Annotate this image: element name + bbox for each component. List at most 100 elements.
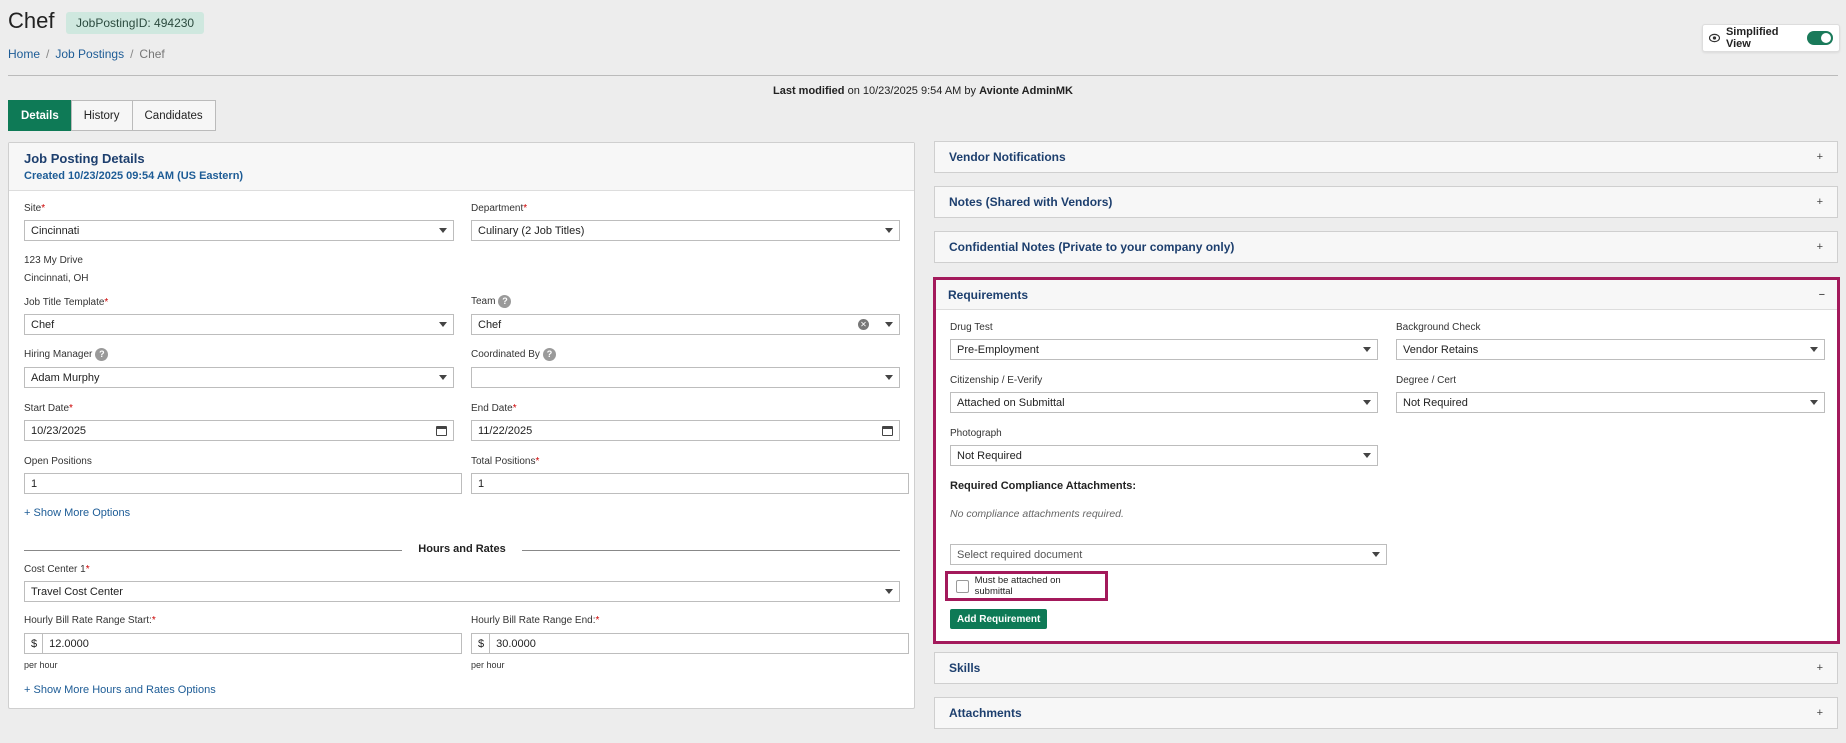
- required-mark: *: [535, 456, 540, 467]
- required-mark: *: [151, 615, 156, 626]
- end-date-label: End Date*: [471, 403, 517, 414]
- compliance-attachments-heading: Required Compliance Attachments:: [950, 480, 1137, 492]
- bill-rate-end-label: Hourly Bill Rate Range End:*: [471, 615, 599, 626]
- breadcrumb-job-postings[interactable]: Job Postings: [55, 47, 124, 61]
- cost-center-select[interactable]: Travel Cost Center: [24, 581, 900, 602]
- help-icon[interactable]: ?: [542, 348, 556, 361]
- chevron-down-icon: [1363, 400, 1371, 405]
- photograph-select[interactable]: Not Required: [950, 445, 1378, 466]
- team-label: Team?: [471, 295, 512, 308]
- hiring-manager-label-text: Hiring Manager: [24, 349, 93, 361]
- show-more-options-text: Show More Options: [33, 507, 131, 519]
- bill-rate-start-value: 12.0000: [49, 637, 89, 650]
- help-icon[interactable]: ?: [498, 295, 512, 308]
- skills-accordion[interactable]: Skills +: [934, 652, 1838, 684]
- job-posting-details-panel: Job Posting Details Created 10/23/2025 0…: [8, 142, 915, 709]
- calendar-icon[interactable]: [882, 425, 893, 436]
- details-panel-title: Job Posting Details: [24, 151, 145, 166]
- bill-rate-start-input[interactable]: $12.0000: [24, 633, 462, 654]
- add-requirement-button[interactable]: Add Requirement: [950, 609, 1048, 629]
- required-mark: *: [595, 615, 600, 626]
- confidential-notes-accordion[interactable]: Confidential Notes (Private to your comp…: [934, 231, 1838, 263]
- must-attach-checkbox-row[interactable]: Must be attached on submittal: [945, 571, 1108, 601]
- clear-icon[interactable]: ✕: [858, 319, 869, 330]
- chevron-down-icon: [1363, 347, 1371, 352]
- chevron-down-icon: [885, 322, 893, 327]
- requirements-header[interactable]: Requirements −: [936, 280, 1837, 310]
- chevron-down-icon: [439, 375, 447, 380]
- show-more-options-link[interactable]: + Show More Options: [24, 507, 130, 519]
- plus-icon: +: [24, 684, 31, 696]
- required-mark: *: [512, 403, 517, 414]
- total-positions-input[interactable]: 1: [471, 473, 909, 494]
- open-positions-input[interactable]: 1: [24, 473, 462, 494]
- tab-details[interactable]: Details: [8, 100, 72, 131]
- breadcrumb-home[interactable]: Home: [8, 47, 40, 61]
- hours-rates-divider: Hours and Rates: [24, 543, 900, 557]
- department-label-text: Department: [471, 203, 524, 214]
- posting-id-badge: JobPostingID: 494230: [66, 12, 205, 34]
- calendar-icon[interactable]: [436, 425, 447, 436]
- attachments-accordion[interactable]: Attachments +: [934, 697, 1838, 729]
- site-select[interactable]: Cincinnati: [24, 220, 454, 241]
- department-select[interactable]: Culinary (2 Job Titles): [471, 220, 900, 241]
- department-label: Department*: [471, 203, 527, 214]
- chevron-down-icon: [1810, 400, 1818, 405]
- bill-rate-end-input[interactable]: $30.0000: [471, 633, 909, 654]
- expand-icon: +: [1816, 662, 1823, 674]
- total-positions-value: 1: [478, 477, 485, 490]
- start-date-input[interactable]: 10/23/2025: [24, 420, 454, 441]
- end-date-value: 11/22/2025: [478, 424, 533, 437]
- notes-shared-accordion[interactable]: Notes (Shared with Vendors) +: [934, 186, 1838, 218]
- required-mark: *: [85, 564, 90, 575]
- tab-candidates[interactable]: Candidates: [131, 100, 216, 131]
- must-attach-checkbox[interactable]: [956, 579, 969, 593]
- chevron-down-icon: [885, 589, 893, 594]
- breadcrumb: Home / Job Postings / Chef: [8, 47, 165, 61]
- eye-icon: [1709, 33, 1720, 43]
- requirements-title: Requirements: [948, 287, 1029, 302]
- drug-test-value: Pre-Employment: [957, 343, 1039, 356]
- expand-icon: +: [1816, 707, 1823, 719]
- accordion-title: Notes (Shared with Vendors): [949, 195, 1113, 209]
- required-document-placeholder: Select required document: [957, 548, 1083, 561]
- simplified-view-label: Simplified View: [1725, 26, 1779, 50]
- chevron-down-icon: [439, 228, 447, 233]
- hiring-manager-select[interactable]: Adam Murphy: [24, 367, 454, 388]
- site-value: Cincinnati: [31, 224, 80, 237]
- help-icon[interactable]: ?: [95, 348, 109, 361]
- degree-select[interactable]: Not Required: [1396, 392, 1825, 413]
- required-mark: *: [41, 203, 46, 214]
- bill-rate-end-value: 30.0000: [496, 637, 536, 650]
- coordinated-by-select[interactable]: [471, 367, 900, 388]
- show-more-rates-link[interactable]: + Show More Hours and Rates Options: [24, 684, 216, 696]
- simplified-view-control: Simplified View: [1702, 24, 1840, 52]
- team-label-text: Team: [471, 296, 496, 308]
- accordion-title: Attachments: [949, 706, 1022, 720]
- job-title-template-select[interactable]: Chef: [24, 314, 454, 335]
- required-mark: *: [104, 297, 109, 308]
- end-date-input[interactable]: 11/22/2025: [471, 420, 900, 441]
- must-attach-label: Must be attached on submittal: [974, 575, 1061, 597]
- background-check-label: Background Check: [1396, 322, 1481, 333]
- required-document-select[interactable]: Select required document: [950, 544, 1387, 565]
- citizenship-select[interactable]: Attached on Submittal: [950, 392, 1378, 413]
- tab-history[interactable]: History: [70, 100, 133, 131]
- drug-test-select[interactable]: Pre-Employment: [950, 339, 1378, 360]
- site-address-line1: 123 My Drive: [24, 255, 83, 266]
- team-select[interactable]: Chef ✕: [471, 314, 900, 335]
- cost-center-label: Cost Center 1*: [24, 564, 90, 575]
- simplified-view-toggle[interactable]: [1807, 31, 1833, 45]
- coordinated-by-label: Coordinated By?: [471, 348, 556, 361]
- open-positions-label: Open Positions: [24, 456, 92, 467]
- breadcrumb-current: Chef: [139, 47, 165, 61]
- expand-icon: +: [1816, 241, 1823, 253]
- background-check-select[interactable]: Vendor Retains: [1396, 339, 1825, 360]
- last-modified-text: on 10/23/2025 9:54 AM by: [847, 85, 977, 97]
- job-title-template-label-text: Job Title Template: [24, 297, 105, 308]
- job-title-template-label: Job Title Template*: [24, 297, 108, 308]
- vendor-notifications-accordion[interactable]: Vendor Notifications +: [934, 141, 1838, 173]
- accordion-title: Confidential Notes (Private to your comp…: [949, 240, 1235, 254]
- required-mark: *: [523, 203, 528, 214]
- citizenship-label: Citizenship / E-Verify: [950, 375, 1043, 386]
